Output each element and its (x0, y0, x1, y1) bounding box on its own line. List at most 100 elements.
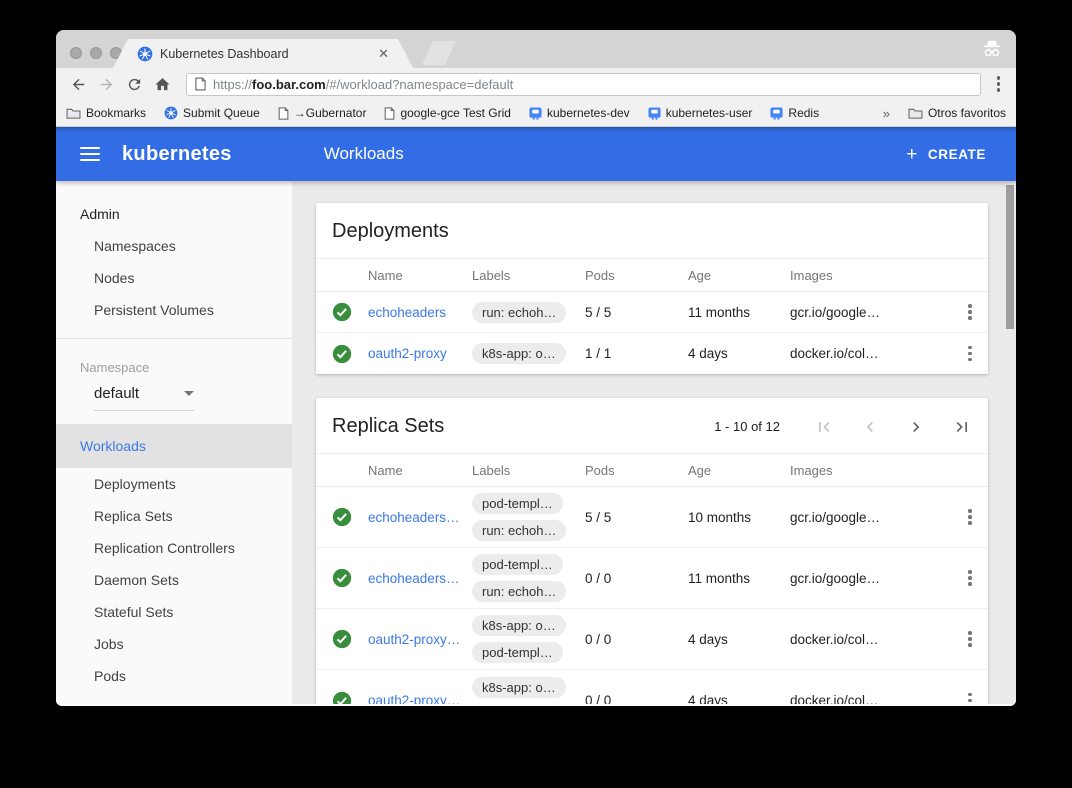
status-ok-icon (332, 507, 352, 527)
browser-toolbar: https://foo.bar.com/#/workload?namespace… (56, 68, 1016, 100)
bookmarks-bar: Bookmarks Submit Queue →Gubernator googl… (56, 100, 1016, 127)
window-controls[interactable] (70, 47, 122, 59)
bookmark-folder-bookmarks[interactable]: Bookmarks (66, 106, 146, 120)
last-page-icon[interactable] (952, 417, 972, 437)
first-page-icon[interactable] (814, 417, 834, 437)
back-icon[interactable] (66, 72, 90, 96)
row-menu-icon[interactable] (952, 631, 988, 647)
pods-cell: 0 / 0 (585, 693, 688, 704)
label-chip: k8s-app: o… (472, 677, 566, 698)
sidebar-item-workloads[interactable]: Workloads (56, 424, 292, 468)
namespace-label: Namespace (56, 339, 292, 375)
label-chip: pod-templ… (472, 493, 563, 514)
bookmark-folder-otros-favoritos[interactable]: Otros favoritos (908, 106, 1006, 120)
row-menu-icon[interactable] (952, 346, 988, 362)
row-menu-icon[interactable] (952, 693, 988, 704)
tab-strip: Kubernetes Dashboard ✕ (56, 30, 1016, 68)
groups-icon (770, 107, 783, 120)
close-window-icon[interactable] (70, 47, 82, 59)
sidebar-item-pods[interactable]: Pods (56, 660, 292, 692)
hamburger-menu-icon[interactable] (80, 147, 100, 161)
sidebar-section-admin[interactable]: Admin (56, 181, 292, 230)
pods-cell: 1 / 1 (585, 346, 688, 361)
label-chip: run: echoh… (472, 520, 566, 541)
main-content: Deployments Name Labels Pods Age Images … (292, 181, 1016, 704)
row-menu-icon[interactable] (952, 304, 988, 320)
chevron-down-icon (184, 391, 194, 396)
sidebar-item-replication-controllers[interactable]: Replication Controllers (56, 532, 292, 564)
row-menu-icon[interactable] (952, 570, 988, 586)
app-logo: kubernetes (122, 143, 232, 166)
tab-close-icon[interactable]: ✕ (378, 47, 389, 60)
sidebar-item-persistent-volumes[interactable]: Persistent Volumes (56, 294, 292, 326)
pods-cell: 0 / 0 (585, 632, 688, 647)
next-page-icon[interactable] (906, 417, 926, 437)
resource-link[interactable]: echoheaders… (368, 571, 472, 586)
forward-icon[interactable] (94, 72, 118, 96)
bookmark-kubernetes-user[interactable]: kubernetes-user (648, 106, 753, 120)
status-ok-icon (332, 691, 352, 705)
sidebar-item-jobs[interactable]: Jobs (56, 628, 292, 660)
url-text[interactable]: https://foo.bar.com/#/workload?namespace… (213, 77, 513, 92)
images-cell: docker.io/col… (790, 632, 952, 647)
pods-cell: 5 / 5 (585, 510, 688, 525)
sidebar: Admin Namespaces Nodes Persistent Volume… (56, 181, 292, 704)
namespace-select[interactable]: default (94, 385, 194, 411)
sidebar-item-deployments[interactable]: Deployments (56, 468, 292, 500)
sidebar-item-stateful-sets[interactable]: Stateful Sets (56, 596, 292, 628)
folder-icon (66, 107, 81, 119)
status-ok-icon (332, 568, 352, 588)
minimize-window-icon[interactable] (90, 47, 102, 59)
bookmark-kubernetes-dev[interactable]: kubernetes-dev (529, 106, 630, 120)
pagination: 1 - 10 of 12 (714, 417, 972, 437)
deployments-title: Deployments (332, 220, 449, 243)
row-menu-icon[interactable] (952, 509, 988, 525)
sidebar-item-namespaces[interactable]: Namespaces (56, 230, 292, 262)
home-icon[interactable] (150, 72, 174, 96)
groups-icon (529, 107, 542, 120)
label-chip: run: echoh… (472, 581, 566, 602)
resource-link[interactable]: oauth2-proxy… (368, 632, 472, 647)
bookmark-gubernator[interactable]: →Gubernator (278, 106, 367, 120)
kubernetes-favicon-icon (137, 46, 153, 62)
images-cell: docker.io/col… (790, 693, 952, 704)
status-ok-icon (332, 302, 352, 322)
new-tab-button[interactable] (422, 41, 456, 65)
resource-link[interactable]: oauth2-proxy (368, 346, 472, 361)
bookmark-redis[interactable]: Redis (770, 106, 819, 120)
images-cell: docker.io/col… (790, 346, 952, 361)
kubernetes-icon (164, 106, 178, 120)
label-chip: pod-templ… (472, 642, 563, 663)
status-ok-icon (332, 344, 352, 364)
sidebar-item-replica-sets[interactable]: Replica Sets (56, 500, 292, 532)
sidebar-item-daemon-sets[interactable]: Daemon Sets (56, 564, 292, 596)
images-cell: gcr.io/google… (790, 510, 952, 525)
deployments-card: Deployments Name Labels Pods Age Images … (316, 203, 988, 374)
page-title: Workloads (324, 144, 404, 164)
browser-window: Kubernetes Dashboard ✕ (56, 30, 1016, 706)
bookmark-test-grid[interactable]: google-gce Test Grid (384, 106, 511, 120)
table-row: oauth2-proxy… k8s-app: o… pod-templ… 0 /… (316, 609, 988, 670)
resource-link[interactable]: oauth2-proxy… (368, 693, 472, 704)
browser-chrome: Kubernetes Dashboard ✕ (56, 30, 1016, 127)
scrollbar-thumb[interactable] (1006, 185, 1014, 329)
bookmarks-overflow-icon[interactable]: » (883, 106, 890, 121)
previous-page-icon[interactable] (860, 417, 880, 437)
browser-menu-icon[interactable] (991, 76, 1007, 92)
images-cell: gcr.io/google… (790, 305, 952, 320)
resource-link[interactable]: echoheaders… (368, 510, 472, 525)
namespace-value: default (94, 385, 139, 402)
address-bar[interactable]: https://foo.bar.com/#/workload?namespace… (186, 73, 981, 96)
table-row: echoheaders… pod-templ… run: echoh… 5 / … (316, 487, 988, 548)
page-icon[interactable] (195, 77, 206, 91)
label-chip: pod-templ… (472, 704, 563, 705)
resource-link[interactable]: echoheaders (368, 305, 472, 320)
age-cell: 4 days (688, 346, 790, 361)
sidebar-item-nodes[interactable]: Nodes (56, 262, 292, 294)
reload-icon[interactable] (122, 72, 146, 96)
bookmark-submit-queue[interactable]: Submit Queue (164, 106, 260, 120)
label-chip: k8s-app: o… (472, 615, 566, 636)
create-button[interactable]: + CREATE (906, 145, 986, 164)
browser-tab[interactable]: Kubernetes Dashboard ✕ (113, 39, 413, 68)
table-row: oauth2-proxy… k8s-app: o… pod-templ… 0 /… (316, 670, 988, 704)
